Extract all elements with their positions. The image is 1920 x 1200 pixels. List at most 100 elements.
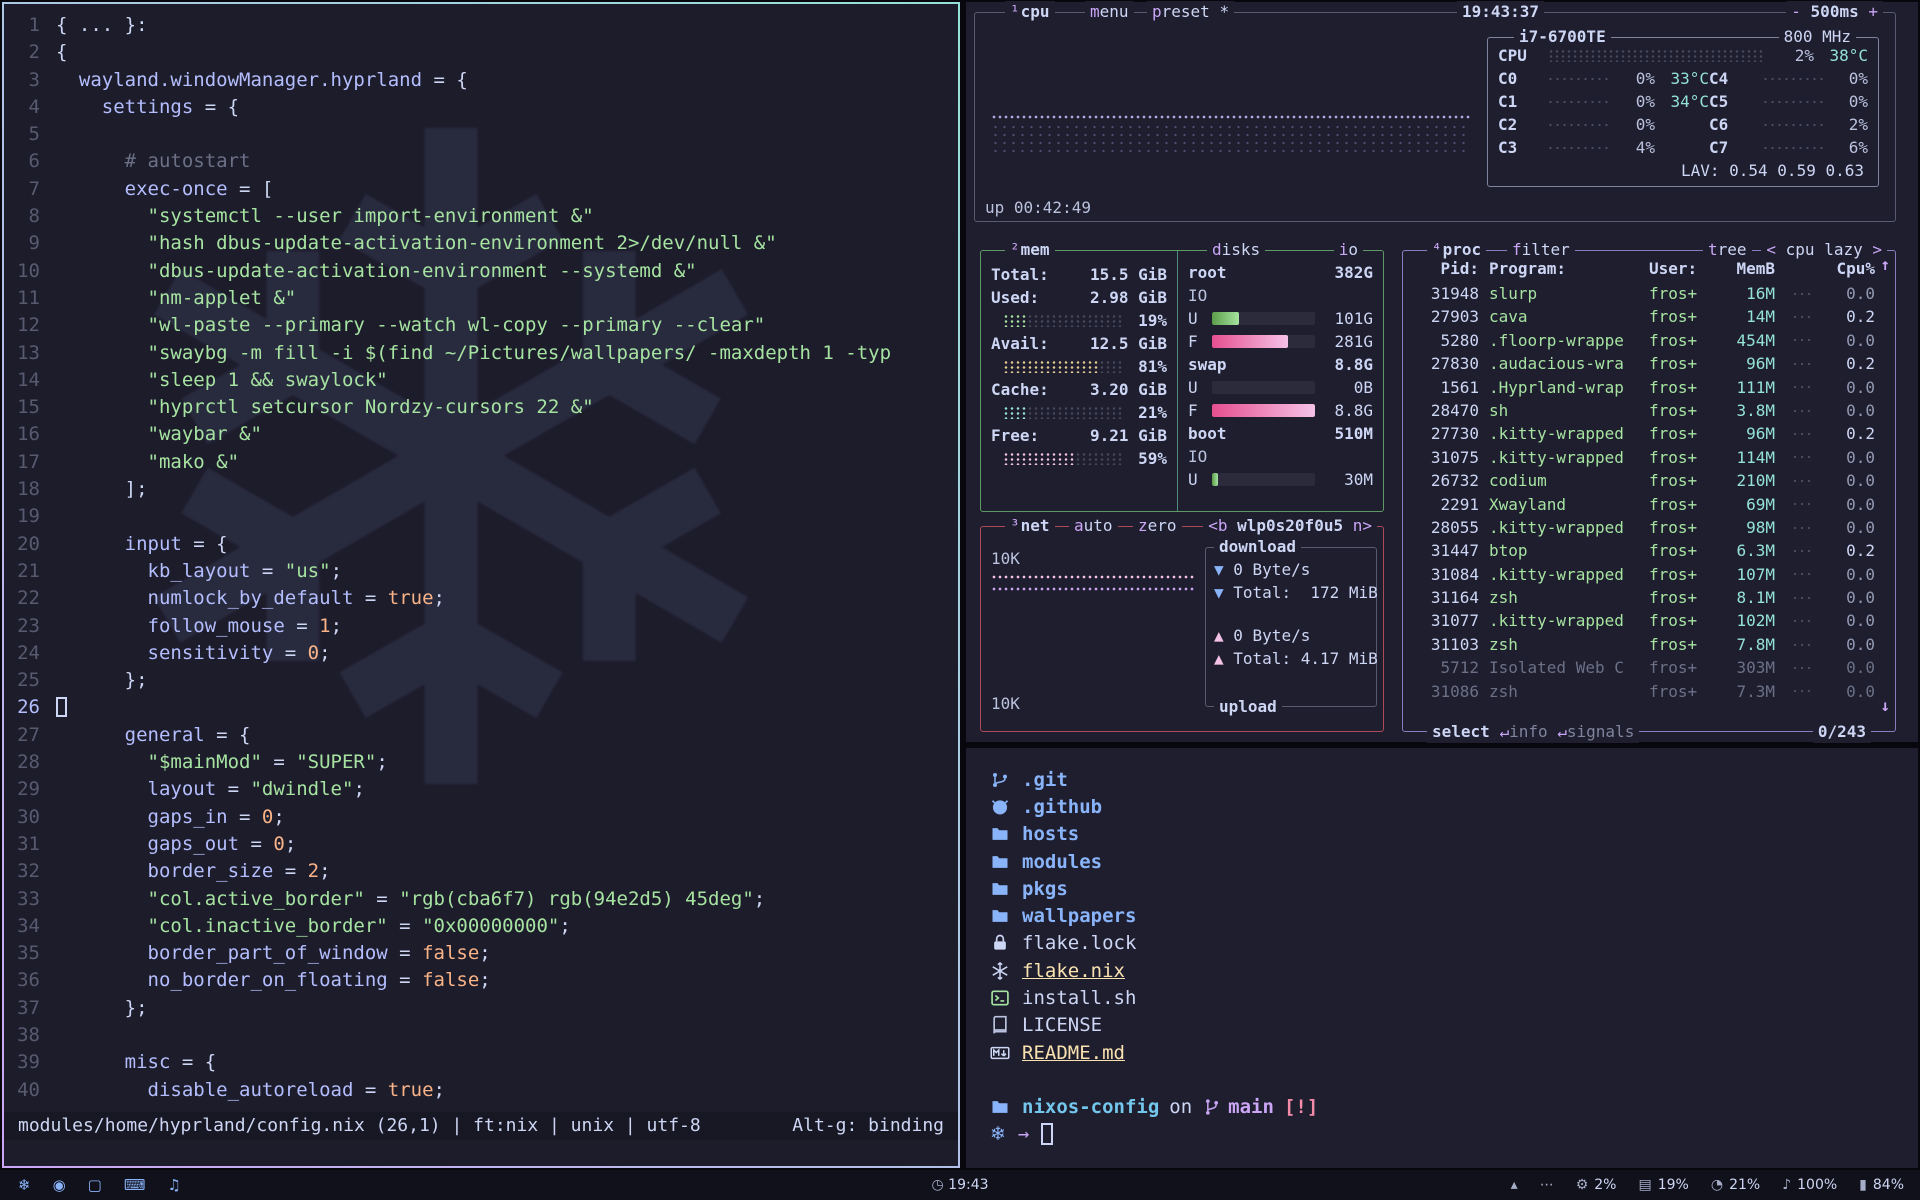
editor-line[interactable]: 37 };: [4, 995, 958, 1022]
process-row[interactable]: 31084.kitty-wrappedfros+107M0.0: [1403, 563, 1895, 586]
editor-line[interactable]: 20 input = {: [4, 531, 958, 558]
editor-line[interactable]: 14 "sleep 1 && swaylock": [4, 367, 958, 394]
btop-menu-button[interactable]: menu: [1085, 1, 1134, 23]
editor-line[interactable]: 5: [4, 121, 958, 148]
select-action[interactable]: select: [1432, 722, 1490, 741]
process-row[interactable]: 28055.kitty-wrappedfros+98M0.0: [1403, 516, 1895, 539]
editor-line[interactable]: 12 "wl-paste --primary --watch wl-copy -…: [4, 312, 958, 339]
editor-line[interactable]: 21 kb_layout = "us";: [4, 558, 958, 585]
signals-action[interactable]: signals: [1567, 722, 1634, 741]
editor-line[interactable]: 32 border_size = 2;: [4, 858, 958, 885]
interval-plus-button[interactable]: +: [1868, 2, 1878, 21]
editor-line[interactable]: 33 "col.active_border" = "rgb(cba6f7) rg…: [4, 886, 958, 913]
editor-line[interactable]: 15 "hyprctl setcursor Nordzy-cursors 22 …: [4, 394, 958, 421]
iface-prev-button[interactable]: <b: [1208, 516, 1227, 535]
scroll-down-icon[interactable]: ↓: [1880, 696, 1890, 715]
net-zero-button[interactable]: zero: [1133, 515, 1182, 537]
waybar-left-modules: ❄ ◉ ▢ ⌨ ♫: [0, 1176, 181, 1194]
process-row[interactable]: 1561.Hyprland-wrapfros+111M0.0: [1403, 376, 1895, 399]
editor-buffer[interactable]: 1{ ... }:2{3 wayland.windowManager.hyprl…: [4, 12, 958, 1104]
process-row[interactable]: 27903cavafros+14M0.2: [1403, 305, 1895, 328]
editor-line[interactable]: 31 gaps_out = 0;: [4, 831, 958, 858]
editor-line[interactable]: 40 disable_autoreload = true;: [4, 1077, 958, 1104]
music-icon[interactable]: ♫: [168, 1176, 181, 1194]
editor-line[interactable]: 24 sensitivity = 0;: [4, 640, 958, 667]
keyboard-icon[interactable]: ⌨: [124, 1176, 146, 1194]
editor-line[interactable]: 34 "col.inactive_border" = "0x00000000";: [4, 913, 958, 940]
nix-icon[interactable]: ❄: [18, 1176, 31, 1194]
process-row[interactable]: 26732codiumfros+210M0.0: [1403, 469, 1895, 492]
net-interface-switcher[interactable]: <b wlp0s20f0u5 n>: [1203, 515, 1377, 537]
editor-line[interactable]: 23 follow_mouse = 1;: [4, 613, 958, 640]
waybar-module[interactable]: ▴: [1511, 1177, 1518, 1193]
iface-next-button[interactable]: n>: [1353, 516, 1372, 535]
editor-line[interactable]: 3 wayland.windowManager.hyprland = {: [4, 67, 958, 94]
editor-line[interactable]: 25 };: [4, 667, 958, 694]
editor-line[interactable]: 30 gaps_in = 0;: [4, 804, 958, 831]
editor-line[interactable]: 29 layout = "dwindle";: [4, 776, 958, 803]
btop-cpu-box-title[interactable]: ¹cpu: [1005, 1, 1055, 23]
code-text: layout = "dwindle";: [56, 776, 365, 803]
editor-line[interactable]: 39 misc = {: [4, 1049, 958, 1076]
btop-preset-button[interactable]: preset *: [1147, 1, 1234, 23]
editor-line[interactable]: 36 no_border_on_floating = false;: [4, 967, 958, 994]
waybar-module[interactable]: ▮84%: [1859, 1177, 1904, 1193]
waybar-module[interactable]: ⚙2%: [1576, 1177, 1617, 1193]
process-row[interactable]: 31075.kitty-wrappedfros+114M0.0: [1403, 446, 1895, 469]
terminal-window[interactable]: .git.githubhostsmodulespkgswallpapersfla…: [966, 748, 1918, 1168]
waybar-module[interactable]: ▤19%: [1638, 1177, 1688, 1193]
net-auto-button[interactable]: auto: [1069, 515, 1118, 537]
btop-mem-box-title[interactable]: ²mem: [1005, 239, 1055, 261]
editor-line[interactable]: 9 "hash dbus-update-activation-environme…: [4, 230, 958, 257]
editor-line[interactable]: 10 "dbus-update-activation-environment -…: [4, 258, 958, 285]
process-row[interactable]: 31086zshfros+7.3M0.0: [1403, 680, 1895, 703]
editor-line[interactable]: 28 "$mainMod" = "SUPER";: [4, 749, 958, 776]
editor-line[interactable]: 13 "swaybg -m fill -i $(find ~/Pictures/…: [4, 340, 958, 367]
waybar-module[interactable]: ⋯: [1540, 1177, 1554, 1193]
btop-refresh-interval[interactable]: - 500ms +: [1786, 1, 1883, 23]
editor-line[interactable]: 35 border_part_of_window = false;: [4, 940, 958, 967]
process-row[interactable]: 28470shfros+3.8M0.0: [1403, 399, 1895, 422]
editor-line[interactable]: 27 general = {: [4, 722, 958, 749]
proc-footer-actions[interactable]: select ↵info ↵signals: [1427, 721, 1639, 743]
process-row[interactable]: 5280.floorp-wrappefros+454M0.0: [1403, 329, 1895, 352]
interval-minus-button[interactable]: -: [1791, 2, 1801, 21]
editor-window[interactable]: ❄ 1{ ... }:2{3 wayland.windowManager.hyp…: [2, 2, 960, 1168]
proc-column-headers[interactable]: Pid:Program:User:MemBCpu%: [1403, 257, 1895, 280]
process-row[interactable]: 27730.kitty-wrappedfros+96M0.2: [1403, 422, 1895, 445]
info-action[interactable]: info: [1509, 722, 1548, 741]
shell-input-line[interactable]: ❄ →: [990, 1121, 1894, 1148]
mem-stat-row: Cache:3.20 GiB: [991, 378, 1167, 401]
waybar-module[interactable]: ♪100%: [1782, 1177, 1837, 1193]
editor-line[interactable]: 7 exec-once = [: [4, 176, 958, 203]
process-row[interactable]: 31164zshfros+8.1M0.0: [1403, 586, 1895, 609]
waybar-module[interactable]: ◔21%: [1711, 1177, 1760, 1193]
editor-line[interactable]: 19: [4, 503, 958, 530]
editor-line[interactable]: 16 "waybar &": [4, 421, 958, 448]
editor-line[interactable]: 26: [4, 694, 958, 721]
editor-line[interactable]: 8 "systemctl --user import-environment &…: [4, 203, 958, 230]
process-row[interactable]: 27830.audacious-wrafros+96M0.2: [1403, 352, 1895, 375]
cpu-core-row: C10%34°CC50%: [1498, 90, 1868, 113]
editor-line[interactable]: 22 numlock_by_default = true;: [4, 585, 958, 612]
process-row[interactable]: 5712Isolated Web Cfros+303M0.0: [1403, 656, 1895, 679]
editor-line[interactable]: 18 ];: [4, 476, 958, 503]
process-row[interactable]: 31948slurpfros+16M0.0: [1403, 282, 1895, 305]
power-icon[interactable]: ◉: [53, 1176, 66, 1194]
display-icon[interactable]: ▢: [88, 1176, 102, 1194]
editor-line[interactable]: 6 # autostart: [4, 148, 958, 175]
editor-line[interactable]: 17 "mako &": [4, 449, 958, 476]
process-row[interactable]: 2291Xwaylandfros+69M0.0: [1403, 493, 1895, 516]
editor-line[interactable]: 1{ ... }:: [4, 12, 958, 39]
scroll-up-icon[interactable]: ↑: [1880, 255, 1890, 274]
code-text: "hyprctl setcursor Nordzy-cursors 22 &": [56, 394, 594, 421]
process-row[interactable]: 31077.kitty-wrappedfros+102M0.0: [1403, 609, 1895, 632]
editor-line[interactable]: 11 "nm-applet &": [4, 285, 958, 312]
process-row[interactable]: 31447btopfros+6.3M0.2: [1403, 539, 1895, 562]
btop-window[interactable]: ¹cpu menu preset * 19:43:37 - 500ms + i7…: [966, 2, 1918, 742]
editor-line[interactable]: 4 settings = {: [4, 94, 958, 121]
process-row[interactable]: 31103zshfros+7.8M0.0: [1403, 633, 1895, 656]
editor-line[interactable]: 2{: [4, 39, 958, 66]
editor-line[interactable]: 38: [4, 1022, 958, 1049]
btop-net-box-title[interactable]: ³net: [1005, 515, 1055, 537]
